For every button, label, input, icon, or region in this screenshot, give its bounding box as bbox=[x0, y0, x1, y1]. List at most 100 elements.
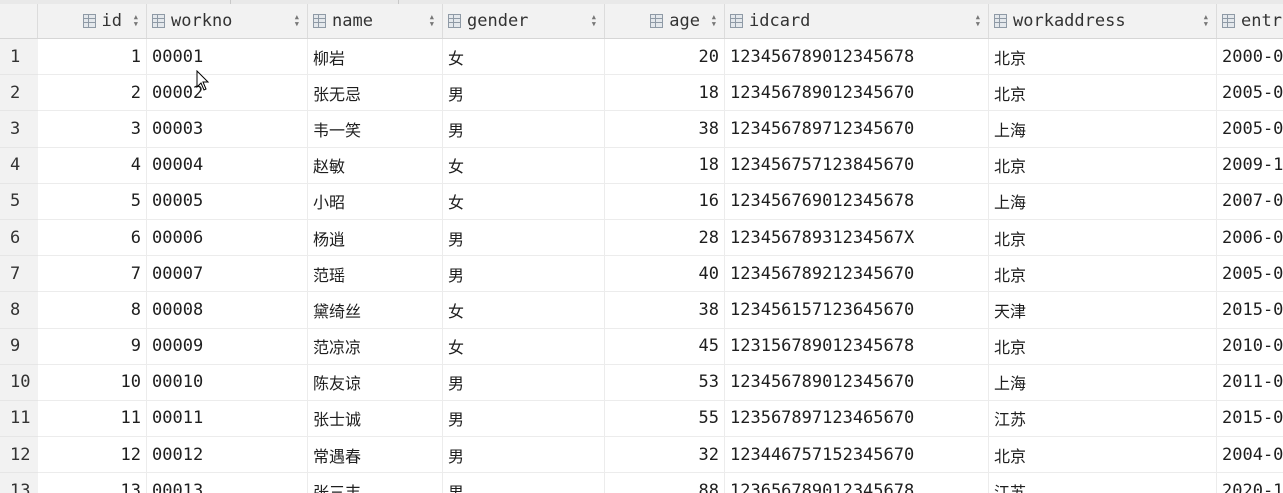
row-number[interactable]: 8 bbox=[0, 292, 38, 329]
sort-arrows-icon[interactable]: ▲ ▼ bbox=[592, 14, 596, 28]
cell-gender[interactable]: 女 bbox=[443, 292, 605, 329]
sort-arrows-icon[interactable]: ▲ ▼ bbox=[1204, 14, 1208, 28]
cell-workno[interactable]: 00006 bbox=[147, 219, 308, 257]
cell-entrydate[interactable]: 2000-0 bbox=[1217, 39, 1283, 76]
cell-id[interactable]: 1 bbox=[38, 39, 147, 76]
cell-name[interactable]: 张士诚 bbox=[308, 400, 443, 438]
cell-idcard[interactable]: 123156789012345678 bbox=[725, 328, 989, 365]
cell-idcard[interactable]: 123567897123465670 bbox=[725, 400, 989, 438]
cell-gender[interactable]: 男 bbox=[443, 219, 605, 257]
column-header-name[interactable]: name ▲ ▼ bbox=[308, 4, 443, 38]
cell-id[interactable]: 13 bbox=[38, 473, 147, 493]
cell-gender[interactable]: 男 bbox=[443, 256, 605, 293]
cell-age[interactable]: 20 bbox=[605, 39, 725, 76]
row-number[interactable]: 4 bbox=[0, 147, 38, 184]
column-header-workno[interactable]: workno ▲ ▼ bbox=[147, 4, 308, 38]
cell-workno[interactable]: 00001 bbox=[147, 39, 308, 76]
cell-name[interactable]: 黛绮丝 bbox=[308, 292, 443, 329]
cell-age[interactable]: 40 bbox=[605, 256, 725, 293]
cell-workaddress[interactable]: 北京 bbox=[989, 75, 1217, 112]
cell-workaddress[interactable]: 北京 bbox=[989, 39, 1217, 76]
cell-name[interactable]: 范凉凉 bbox=[308, 328, 443, 365]
column-header-entrydate[interactable]: entr bbox=[1217, 4, 1283, 38]
table-row[interactable]: 5 5 00005 小昭女 16 123456769012345678 上海 2007-0 bbox=[0, 183, 1283, 220]
cell-workaddress[interactable]: 上海 bbox=[989, 183, 1217, 220]
row-number[interactable]: 11 bbox=[0, 400, 38, 438]
cell-workaddress[interactable]: 北京 bbox=[989, 256, 1217, 293]
cell-id[interactable]: 10 bbox=[38, 364, 147, 401]
cell-idcard[interactable]: 123456789012345670 bbox=[725, 364, 989, 401]
cell-workno[interactable]: 00003 bbox=[147, 111, 308, 148]
cell-workno[interactable]: 00010 bbox=[147, 364, 308, 401]
cell-entrydate[interactable]: 2015-0 bbox=[1217, 401, 1283, 438]
cell-workno[interactable]: 00012 bbox=[147, 437, 308, 474]
cell-workno[interactable]: 00011 bbox=[147, 400, 308, 438]
cell-gender[interactable]: 女 bbox=[443, 39, 605, 76]
row-number[interactable]: 5 bbox=[0, 183, 38, 220]
cell-entrydate[interactable]: 2011-0 bbox=[1217, 365, 1283, 401]
cell-name[interactable]: 范瑶 bbox=[308, 256, 443, 293]
row-number[interactable]: 2 bbox=[0, 75, 38, 112]
cell-workaddress[interactable]: 北京 bbox=[989, 437, 1217, 474]
row-number[interactable]: 9 bbox=[0, 328, 38, 365]
cell-name[interactable]: 张三丰 bbox=[308, 473, 443, 493]
sort-arrows-icon[interactable]: ▲ ▼ bbox=[134, 14, 138, 28]
cell-age[interactable]: 38 bbox=[605, 292, 725, 329]
table-row[interactable]: 10 10 00010 陈友谅男 53 123456789012345670 上海 2011-… bbox=[0, 364, 1283, 401]
cell-entrydate[interactable]: 2015-0 bbox=[1217, 292, 1283, 329]
column-header-idcard[interactable]: idcard ▲ ▼ bbox=[725, 4, 989, 38]
cell-name[interactable]: 常遇春 bbox=[308, 437, 443, 474]
cell-gender[interactable]: 男 bbox=[443, 111, 605, 148]
cell-workaddress[interactable]: 江苏 bbox=[989, 473, 1217, 493]
cell-id[interactable]: 2 bbox=[38, 75, 147, 112]
cell-age[interactable]: 45 bbox=[605, 328, 725, 365]
table-row[interactable]: 3 3 00003 韦一笑男 38 123456789712345670 上海 2005-0 bbox=[0, 111, 1283, 148]
row-number[interactable]: 3 bbox=[0, 111, 38, 148]
cell-id[interactable]: 12 bbox=[38, 437, 147, 474]
cell-age[interactable]: 55 bbox=[605, 400, 725, 438]
cell-id[interactable]: 11 bbox=[38, 400, 147, 438]
cell-age[interactable]: 28 bbox=[605, 219, 725, 257]
cell-workaddress[interactable]: 北京 bbox=[989, 219, 1217, 257]
table-row[interactable]: 7 7 00007 范瑶男 40 123456789212345670 北京 2005-0 bbox=[0, 256, 1283, 293]
table-row[interactable]: 9 9 00009 范凉凉女 45 123156789012345678 北京 2010-0 bbox=[0, 328, 1283, 365]
cell-name[interactable]: 赵敏 bbox=[308, 147, 443, 184]
cell-entrydate[interactable]: 2007-0 bbox=[1217, 184, 1283, 220]
cell-gender[interactable]: 女 bbox=[443, 183, 605, 220]
cell-age[interactable]: 88 bbox=[605, 473, 725, 493]
row-number[interactable]: 1 bbox=[0, 39, 38, 76]
cell-idcard[interactable]: 123456757123845670 bbox=[725, 147, 989, 184]
cell-gender[interactable]: 男 bbox=[443, 364, 605, 401]
cell-entrydate[interactable]: 2005-0 bbox=[1217, 111, 1283, 148]
table-row[interactable]: 6 6 00006 杨逍男 28 12345678931234567X 北京 2006-0 bbox=[0, 219, 1283, 257]
cell-gender[interactable]: 男 bbox=[443, 75, 605, 112]
cell-name[interactable]: 韦一笑 bbox=[308, 111, 443, 148]
cell-workaddress[interactable]: 上海 bbox=[989, 364, 1217, 401]
cell-idcard[interactable]: 123456789212345670 bbox=[725, 256, 989, 293]
cell-entrydate[interactable]: 2006-0 bbox=[1217, 220, 1283, 257]
row-number[interactable]: 12 bbox=[0, 437, 38, 474]
cell-name[interactable]: 杨逍 bbox=[308, 219, 443, 257]
cell-gender[interactable]: 男 bbox=[443, 473, 605, 493]
cell-name[interactable]: 张无忌 bbox=[308, 75, 443, 112]
cell-entrydate[interactable]: 2010-0 bbox=[1217, 329, 1283, 365]
cell-workno[interactable]: 00013 bbox=[147, 473, 308, 493]
cell-gender[interactable]: 女 bbox=[443, 328, 605, 365]
cell-id[interactable]: 5 bbox=[38, 183, 147, 220]
cell-gender[interactable]: 男 bbox=[443, 437, 605, 474]
table-row[interactable]: 12 12 00012 常遇春男 32 123446757152345670 北京 2004-… bbox=[0, 437, 1283, 474]
column-header-age[interactable]: age ▲ ▼ bbox=[605, 4, 725, 38]
cell-idcard[interactable]: 123456789012345678 bbox=[725, 39, 989, 76]
sort-arrows-icon[interactable]: ▲ ▼ bbox=[712, 14, 716, 28]
cell-age[interactable]: 18 bbox=[605, 147, 725, 184]
sort-arrows-icon[interactable]: ▲ ▼ bbox=[295, 14, 299, 28]
cell-entrydate[interactable]: 2005-0 bbox=[1217, 75, 1283, 112]
cell-idcard[interactable]: 123456789712345670 bbox=[725, 111, 989, 148]
cell-idcard[interactable]: 123456157123645670 bbox=[725, 292, 989, 329]
cell-workaddress[interactable]: 天津 bbox=[989, 292, 1217, 329]
cell-workno[interactable]: 00002 bbox=[147, 75, 308, 112]
cell-entrydate[interactable]: 2004-0 bbox=[1217, 437, 1283, 474]
table-row[interactable]: 8 8 00008 黛绮丝女 38 123456157123645670 天津 2015-0 bbox=[0, 292, 1283, 329]
cell-workno[interactable]: 00008 bbox=[147, 292, 308, 329]
cell-idcard[interactable]: 123456769012345678 bbox=[725, 183, 989, 220]
